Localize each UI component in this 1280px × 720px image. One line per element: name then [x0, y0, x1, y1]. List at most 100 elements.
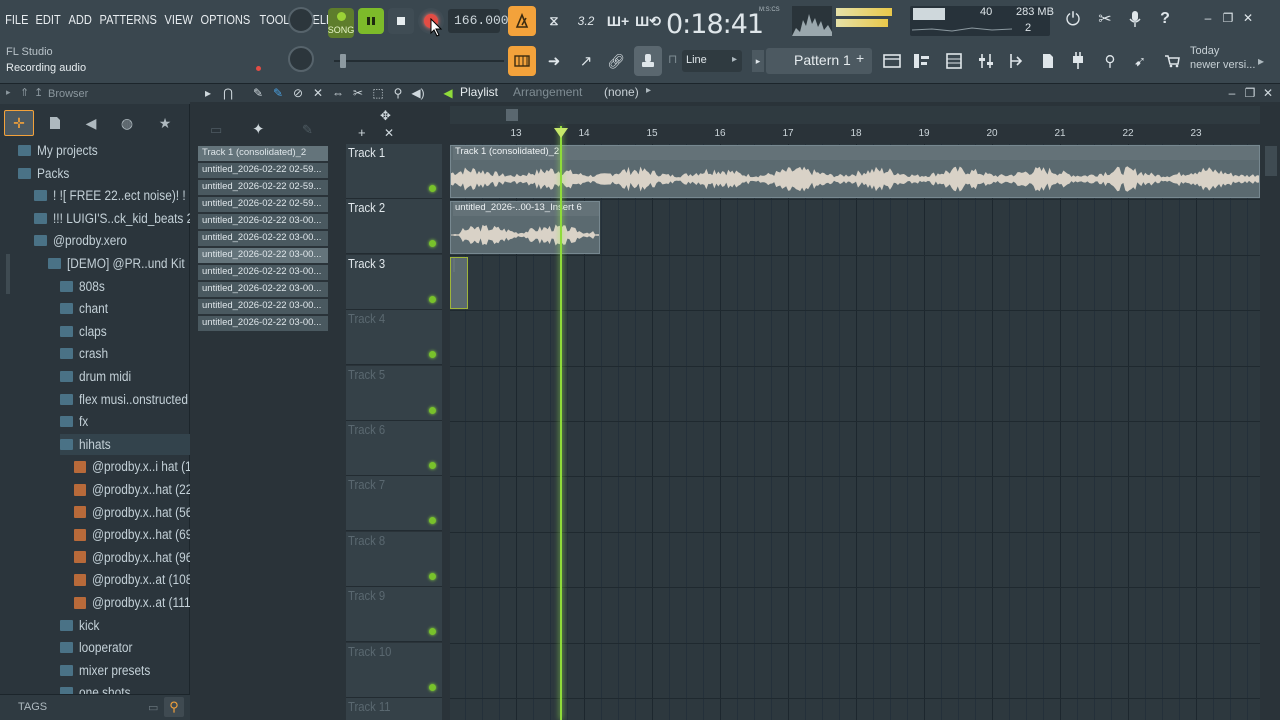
- scroll-thumb[interactable]: [506, 109, 518, 121]
- browser-folder-item[interactable]: drum midi: [60, 366, 138, 387]
- song-position-display[interactable]: 0:18:41 M:S:CS: [666, 4, 784, 40]
- track-mute-led-icon[interactable]: [429, 628, 436, 636]
- menu-patterns[interactable]: PATTERNS: [97, 8, 159, 32]
- stop-button[interactable]: [388, 8, 414, 34]
- cloud-button[interactable]: ➹: [1126, 46, 1154, 76]
- track-mute-led-icon[interactable]: [429, 462, 436, 469]
- browser-folder-item[interactable]: kick: [60, 615, 102, 636]
- shop-button[interactable]: [1158, 46, 1186, 76]
- track-header[interactable]: Track 3: [346, 254, 442, 310]
- clip-picker-item[interactable]: untitled_2026-02-22 03-00...: [198, 231, 328, 246]
- track-mute-led-icon[interactable]: [429, 683, 436, 691]
- clip-picker-item[interactable]: untitled_2026-02-22 03-00...: [198, 214, 328, 229]
- piano-roll-button[interactable]: [908, 46, 936, 76]
- track-header[interactable]: Track 11: [346, 698, 442, 720]
- track-add-icon[interactable]: +: [358, 125, 366, 140]
- track-mute-led-icon[interactable]: [429, 406, 436, 414]
- vertical-scrollbar[interactable]: [1262, 144, 1280, 720]
- track-header[interactable]: Track 6: [346, 421, 442, 476]
- menu-file[interactable]: FILE: [0, 8, 31, 32]
- browser-folder-item[interactable]: [DEMO] @PR..und Kit: [48, 253, 201, 274]
- track-header[interactable]: Track 8: [346, 531, 442, 587]
- filter-plugins-button[interactable]: ◀: [76, 110, 106, 136]
- power-button[interactable]: ⏻: [1060, 6, 1086, 32]
- metronome-button[interactable]: [508, 6, 536, 36]
- pattern-prev-icon[interactable]: ▸: [752, 50, 764, 72]
- browser-folder-item[interactable]: chant: [60, 298, 112, 319]
- wait-for-input-button[interactable]: ⧖: [540, 6, 568, 36]
- tempo-display[interactable]: 166.000: [448, 9, 509, 33]
- loop-record-button[interactable]: Ш⟲: [634, 6, 662, 36]
- track-mute-led-icon[interactable]: [429, 517, 436, 525]
- master-volume-knob[interactable]: [288, 7, 314, 33]
- audio-clip[interactable]: Track 1 (consolidated)_2: [450, 145, 1260, 198]
- help-button[interactable]: ?: [1152, 6, 1178, 32]
- playlist-close-icon[interactable]: ✕: [1260, 85, 1276, 101]
- browser-folder-item[interactable]: @prodby.xero: [34, 230, 137, 251]
- recording-clip[interactable]: [450, 257, 468, 309]
- stamp-button[interactable]: [634, 46, 662, 76]
- filter-favorites-button[interactable]: ★: [150, 110, 180, 136]
- link-button[interactable]: 🔗︎: [602, 46, 630, 76]
- playhead-marker-icon[interactable]: [554, 128, 568, 138]
- clip-picker-item[interactable]: untitled_2026-02-22 02-59...: [198, 197, 328, 212]
- vertical-scroll-thumb[interactable]: [1265, 146, 1277, 176]
- menu-options[interactable]: OPTIONS: [198, 8, 253, 32]
- magnet-snap-icon[interactable]: ⋂: [220, 85, 236, 101]
- tags-folder-icon[interactable]: ▭: [148, 701, 158, 714]
- track-remove-icon[interactable]: ✕: [384, 126, 394, 140]
- clip-picker-item[interactable]: Track 1 (consolidated)_2: [198, 146, 328, 161]
- clip-picker-item[interactable]: untitled_2026-02-22 02-59...: [198, 180, 328, 195]
- playhead[interactable]: [560, 126, 562, 720]
- playlist-button[interactable]: [508, 46, 536, 76]
- track-header[interactable]: Track 4: [346, 310, 442, 366]
- plugin-picker-button[interactable]: [1064, 46, 1092, 76]
- tags-search-icon[interactable]: ⚲: [164, 697, 184, 717]
- pause-button[interactable]: [358, 8, 384, 34]
- playlist-view-button[interactable]: [878, 46, 906, 76]
- browser-collapse-icon[interactable]: ▸: [6, 87, 11, 98]
- track-mute-led-icon[interactable]: [429, 185, 436, 192]
- news-arrow-icon[interactable]: ▸: [1258, 54, 1264, 68]
- draw-tool-icon[interactable]: ✎: [250, 85, 266, 101]
- step-forward-button[interactable]: ➜: [540, 46, 568, 76]
- browser-folder-item[interactable]: mixer presets: [60, 660, 160, 681]
- mute-tool-icon[interactable]: ✕: [310, 85, 326, 101]
- menu-add[interactable]: ADD: [66, 8, 94, 32]
- microphone-button[interactable]: [1122, 6, 1148, 32]
- track-mute-led-icon[interactable]: [429, 572, 436, 580]
- project-browser-button[interactable]: [1034, 46, 1062, 76]
- clip-picker-item[interactable]: untitled_2026-02-22 02-59...: [198, 163, 328, 178]
- track-header[interactable]: Track 1: [346, 144, 442, 199]
- browser-folder-item[interactable]: flex musi..onstructed: [60, 389, 203, 410]
- track-header[interactable]: Track 5: [346, 365, 442, 421]
- track-mute-led-icon[interactable]: [429, 295, 436, 303]
- track-header[interactable]: Track 10: [346, 642, 442, 698]
- menu-edit[interactable]: EDIT: [33, 8, 63, 32]
- browser-folder-item[interactable]: looperator: [60, 637, 140, 658]
- playback-tool-icon[interactable]: ◀): [410, 85, 426, 101]
- track-header[interactable]: Track 7: [346, 476, 442, 532]
- browser-up-icon[interactable]: ⇑: [20, 86, 29, 99]
- zoom-toggle-icon[interactable]: ✥: [380, 108, 391, 124]
- picker-edit-icon[interactable]: ✎: [302, 122, 313, 138]
- playlist-pattern-arrow-icon[interactable]: ▸: [646, 85, 651, 96]
- filter-project-button[interactable]: [40, 110, 70, 136]
- audio-clip-filter-icon[interactable]: ✦: [252, 120, 265, 138]
- restore-icon[interactable]: ❐: [1220, 10, 1236, 26]
- playlist-menu-icon[interactable]: ▸: [200, 85, 216, 101]
- song-mode-toggle[interactable]: SONG: [328, 8, 354, 38]
- track-mute-led-icon[interactable]: [429, 240, 436, 248]
- minimize-icon[interactable]: –: [1200, 10, 1216, 26]
- filter-online-button[interactable]: ◍: [112, 110, 142, 136]
- track-header[interactable]: Track 9: [346, 587, 442, 643]
- browser-folder-item[interactable]: claps: [60, 321, 111, 342]
- browser-file-item[interactable]: @prodby.x..at (111): [74, 592, 209, 613]
- countdown-button[interactable]: 3.2: [572, 6, 600, 36]
- brush-tool-button[interactable]: ↗: [572, 46, 600, 76]
- channel-rack-button[interactable]: [940, 46, 968, 76]
- clip-picker-item[interactable]: untitled_2026-02-22 03-00...: [198, 299, 328, 314]
- clip-picker-item[interactable]: untitled_2026-02-22 03-00...: [198, 316, 328, 331]
- browser-back-icon[interactable]: ↥: [34, 86, 43, 99]
- close-icon[interactable]: ✕: [1240, 10, 1256, 26]
